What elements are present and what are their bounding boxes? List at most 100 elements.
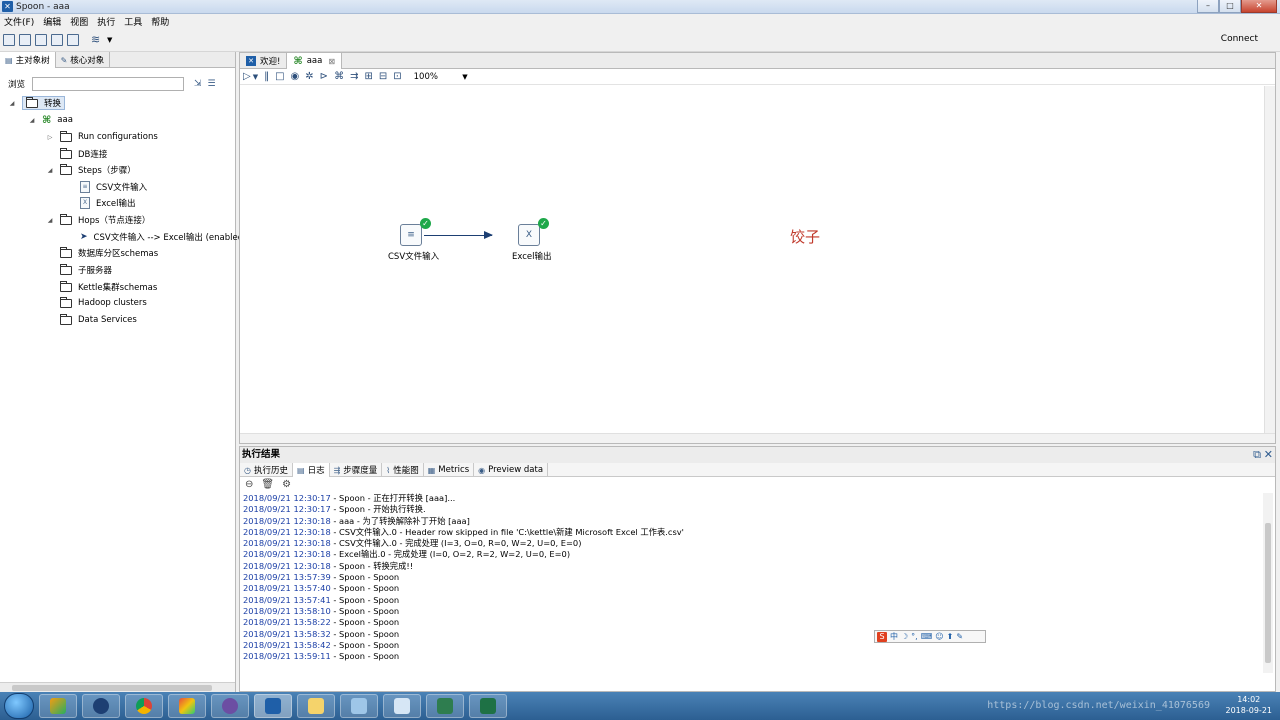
menu-view[interactable]: 视图 [70,15,88,28]
tree-node-hop-csv-excel[interactable]: ➤ CSV文件输入 --> Excel输出 (enabled) [80,229,246,245]
taskbar-app-eclipse[interactable] [211,694,249,718]
save-as-icon[interactable] [67,33,79,46]
taskbar-app-colorful[interactable] [39,694,77,718]
verify-icon[interactable]: ⌘ [334,71,344,82]
step-csv-input[interactable]: ≡ [400,224,422,246]
menu-help[interactable]: 帮助 [151,15,169,28]
close-button[interactable]: ✕ [1241,0,1277,13]
taskbar-app-browser[interactable] [168,694,206,718]
keyboard-icon[interactable]: ⌨ [921,632,933,641]
log-settings-icon[interactable]: ⚙ [282,479,291,490]
minimize-button[interactable]: – [1197,0,1219,13]
maximize-panel-icon[interactable]: ⧉ [1253,447,1261,463]
expand-all-icon[interactable]: ⇲ [194,79,202,89]
tab-execution-history[interactable]: ◷ 执行历史 [240,463,293,477]
collapse-arrow-icon[interactable]: ◢ [28,117,36,124]
run-icon[interactable]: ▷ [243,71,251,82]
transformation-canvas[interactable]: ≡ ✓ CSV文件输入 X ✓ Excel输出 饺子 [240,86,1265,434]
perspective-layers-icon[interactable]: ≋ [91,33,103,46]
collapse-arrow-icon[interactable]: ◢ [46,217,54,224]
open-file-icon[interactable] [19,33,31,46]
pause-icon[interactable]: ‖ [264,71,269,82]
moon-icon[interactable]: ☽ [901,632,908,641]
tab-performance-graph[interactable]: ⌇ 性能图 [382,463,424,477]
sogou-ime-icon[interactable]: S [877,631,887,642]
log-vertical-scrollbar[interactable] [1263,493,1273,673]
tree-node-db-connections[interactable]: DB连接 [46,146,107,162]
replay-icon[interactable]: ⊳ [320,71,328,82]
tree-node-step-excel-output[interactable]: X Excel输出 [80,195,136,211]
collapse-arrow-icon[interactable]: ◢ [46,167,54,174]
taskbar-app-gif[interactable] [426,694,464,718]
taskbar-app-window[interactable] [340,694,378,718]
canvas-vertical-scrollbar[interactable] [1264,86,1275,434]
stop-log-icon[interactable]: ⊖ [245,479,253,490]
perspective-dropdown-icon[interactable]: ▼ [107,36,112,44]
explore-repository-icon[interactable] [35,33,47,46]
taskbar-app-media[interactable] [82,694,120,718]
stop-icon[interactable]: □ [275,71,284,82]
close-panel-icon[interactable]: ✕ [1264,447,1273,463]
tab-log[interactable]: ▤ 日志 [293,463,330,477]
taskbar-app-excel[interactable] [469,694,507,718]
sql-icon[interactable]: ⊞ [364,71,372,82]
hop-line[interactable] [424,235,492,236]
new-file-icon[interactable] [3,33,15,46]
step-excel-output[interactable]: X [518,224,540,246]
punctuation-icon[interactable]: °, [911,632,918,641]
expand-arrow-icon[interactable]: ▷ [46,134,54,141]
log-output[interactable]: 2018/09/21 12:30:17 - Spoon - 正在打开转换 [aa… [243,493,1258,683]
menu-run[interactable]: 执行 [97,15,115,28]
taskbar-app-explorer[interactable] [297,694,335,718]
ime-mode-label[interactable]: 中 [890,631,898,642]
tree-node-run-configurations[interactable]: ▷ Run configurations [46,129,158,145]
start-button[interactable] [4,693,34,719]
system-tray-clock[interactable]: 14:02 2018-09-21 [1226,694,1273,716]
scrollbar-thumb[interactable] [12,685,212,691]
canvas-note[interactable]: 饺子 [790,226,820,247]
tree-node-step-csv-input[interactable]: ≡ CSV文件输入 [80,179,147,195]
taskbar-app-pen[interactable] [383,694,421,718]
scrollbar-thumb[interactable] [1265,523,1271,663]
user-icon[interactable]: ☺ [935,632,943,641]
preview-icon[interactable]: ◉ [291,71,300,82]
collapse-all-icon[interactable]: ☰ [208,79,216,89]
tree-node-hadoop-clusters[interactable]: Hadoop clusters [46,295,147,311]
run-options-dropdown-icon[interactable]: ▼ [253,73,258,81]
tree-node-steps[interactable]: ◢ Steps（步骤） [46,162,136,178]
browse-search-input[interactable] [32,77,184,91]
taskbar-app-spoon[interactable] [254,694,292,718]
taskbar-app-chrome[interactable] [125,694,163,718]
zoom-select[interactable]: 100% ▼ [414,71,468,83]
tab-main-tree[interactable]: ▤ 主对象树 [0,52,56,68]
tree-node-data-services[interactable]: Data Services [46,312,137,328]
tab-core-objects[interactable]: ✎ 核心对象 [56,52,111,68]
tab-preview-data[interactable]: ◉ Preview data [474,463,549,477]
connect-button[interactable]: Connect [1221,34,1258,44]
tree-node-partition-schemas[interactable]: 数据库分区schemas [46,245,158,261]
tree-node-hops[interactable]: ◢ Hops（节点连接） [46,212,150,228]
collapse-arrow-icon[interactable]: ◢ [8,100,16,107]
clear-log-icon[interactable]: 🗑 [261,479,274,490]
tab-metrics[interactable]: ▦ Metrics [424,463,475,477]
explore-db-icon[interactable]: ⊟ [379,71,387,82]
debug-icon[interactable]: ✲ [305,71,313,82]
menu-tools[interactable]: 工具 [124,15,142,28]
menu-edit[interactable]: 编辑 [43,15,61,28]
tree-node-trans-aaa[interactable]: ◢ ⌘ aaa [28,112,73,128]
wrench-icon[interactable]: ✎ [956,632,963,641]
close-tab-icon[interactable]: ⊠ [328,57,335,66]
skin-icon[interactable]: ⬆ [947,632,954,641]
left-horizontal-scrollbar[interactable] [0,682,235,692]
tree-node-transformations[interactable]: ◢ 转换 [8,95,66,111]
save-icon[interactable] [51,33,63,46]
maximize-button[interactable]: □ [1219,0,1241,13]
tab-step-metrics[interactable]: ⇶ 步骤度量 [330,463,383,477]
tab-welcome[interactable]: ✕ 欢迎! [240,53,288,69]
impact-icon[interactable]: ⇉ [350,71,358,82]
tree-node-cluster-schemas[interactable]: Kettle集群schemas [46,279,157,295]
canvas-horizontal-scrollbar[interactable] [240,433,1275,443]
show-results-icon[interactable]: ⊡ [393,71,401,82]
tab-aaa[interactable]: ⌘ aaa ⊠ [287,53,343,69]
menu-file[interactable]: 文件(F) [4,15,34,28]
